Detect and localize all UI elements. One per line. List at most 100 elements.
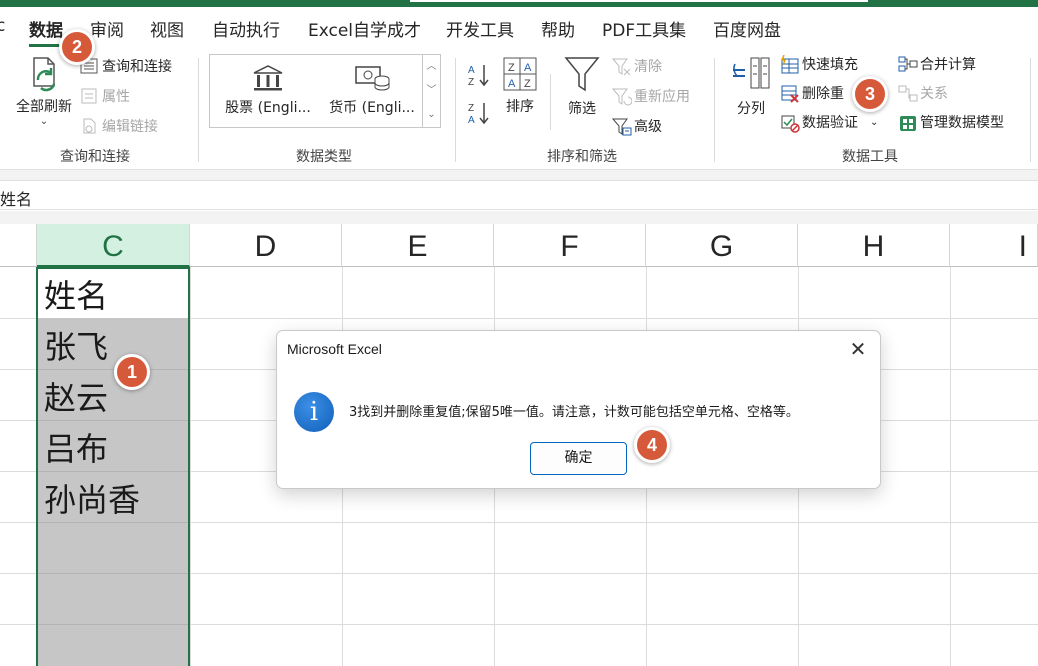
cell-c4[interactable]: 吕布 [44,424,108,470]
edit-links-label: 编辑链接 [102,119,158,135]
sort-button[interactable]: Z A A Z 排序 [500,56,540,116]
text-to-columns-label: 分列 [737,101,765,117]
reapply-filter-icon [611,87,633,106]
queries-connections-button[interactable]: 查询和连接 [80,56,172,76]
column-line [950,267,951,666]
cell-c1[interactable]: 姓名 [44,271,108,317]
gallery-down-button[interactable]: ﹀ [422,79,440,103]
tab-partial[interactable]: c [0,16,5,36]
reapply-filter-button[interactable]: 重新应用 [611,86,690,106]
edit-links-icon [80,117,98,135]
stocks-button[interactable]: 股票 (Engli... [218,63,318,117]
step-badge-4: 4 [634,427,670,463]
refresh-all-icon [33,57,56,92]
manage-data-model-button[interactable]: 管理数据模型 [898,112,1004,132]
remove-duplicates-label: 删除重 [802,86,844,102]
svg-text:Z: Z [524,78,531,90]
flash-fill-icon [780,54,799,74]
consolidate-button[interactable]: 合并计算 [898,54,976,74]
tab-baidu-netdisk[interactable]: 百度网盘 [713,16,781,41]
cell-c5[interactable]: 孙尚香 [44,475,140,521]
filter-button[interactable]: 筛选 [562,54,602,118]
group-separator [198,58,199,162]
edit-links-button[interactable]: 编辑链接 [80,116,158,136]
sort-descending-button[interactable]: Z A [466,100,492,126]
tab-automate[interactable]: 自动执行 [212,16,280,41]
group-separator [455,58,456,162]
text-to-columns-icon [733,57,770,89]
column-header-c[interactable]: C [37,224,190,267]
svg-text:A: A [524,62,532,74]
data-validation-label: 数据验证 [802,115,858,131]
clear-filter-button[interactable]: 清除 [611,56,662,76]
sort-za-icon: Z A [468,103,489,126]
ok-button[interactable]: 确定 [530,442,627,475]
dialog-title: Microsoft Excel [287,341,382,357]
clear-filter-icon [611,57,631,76]
chevron-down-icon: ⌄ [39,116,49,127]
flash-fill-button[interactable]: 快速填充 [780,54,858,74]
tab-developer[interactable]: 开发工具 [446,16,514,41]
cell-c3[interactable]: 赵云 [44,373,108,419]
ribbon-tab-bar: c 数据 审阅 视图 自动执行 Excel自学成才 开发工具 帮助 PDF工具集… [0,0,1038,52]
column-header-f[interactable]: F [494,224,646,267]
tab-view[interactable]: 视图 [150,16,184,41]
tab-pdf-tools[interactable]: PDF工具集 [602,16,686,41]
svg-text:A: A [468,65,475,76]
title-bar-strip [0,0,1038,7]
ribbon: 全部刷新 ⌄ 查询和连接 属性 编辑链接 查询和连接 股票 (Engli... [0,52,1038,170]
close-icon[interactable]: ✕ [848,337,868,361]
filter-label: 筛选 [568,101,596,117]
column-header-partial[interactable] [0,224,37,267]
formula-bar[interactable]: 姓名 [0,180,1038,210]
relationships-label: 关系 [920,86,948,102]
advanced-filter-button[interactable]: 高级 [611,116,662,136]
svg-text:Z: Z [468,77,474,88]
step-badge-3: 3 [852,76,888,112]
advanced-filter-icon [611,117,632,136]
funnel-icon [564,57,600,92]
currencies-button[interactable]: 货币 (Engli... [322,63,422,117]
relationships-button[interactable]: 关系 [898,83,948,103]
consolidate-icon [898,55,918,73]
column-line [190,267,191,666]
queries-connections-label: 查询和连接 [102,59,172,75]
remove-duplicates-icon [780,84,799,103]
tab-excel-self-taught[interactable]: Excel自学成才 [308,16,421,41]
column-header-h[interactable]: H [798,224,950,267]
group-label-data-types: 数据类型 [296,149,352,165]
group-label-sort-filter: 排序和筛选 [547,149,617,165]
column-header-g[interactable]: G [646,224,798,267]
sort-ascending-button[interactable]: A Z [466,62,492,88]
refresh-all-label: 全部刷新 [16,99,72,115]
consolidate-label: 合并计算 [920,57,976,73]
column-header-e[interactable]: E [342,224,494,267]
reapply-filter-label: 重新应用 [634,89,690,105]
gallery-more-button[interactable]: ⌄ [422,103,440,127]
chevron-down-icon[interactable]: ⌄ [870,117,878,128]
gallery-up-button[interactable]: ︿ [422,55,440,79]
remove-duplicates-button[interactable]: 删除重 [780,83,844,103]
clear-filter-label: 清除 [634,59,662,75]
cell-c2[interactable]: 张飞 [44,322,108,368]
data-validation-button[interactable]: 数据验证 ⌄ [780,112,878,133]
refresh-all-button[interactable]: 全部刷新 ⌄ [12,54,76,127]
separator [550,74,551,130]
group-separator [1030,58,1031,162]
text-to-columns-button[interactable]: 分列 [730,54,772,118]
advanced-filter-label: 高级 [634,119,662,135]
svg-text:Z: Z [468,103,474,114]
column-header-d[interactable]: D [190,224,342,267]
data-types-gallery[interactable]: 股票 (Engli... 货币 (Engli... ︿ ﹀ ⌄ [209,54,441,128]
tab-help[interactable]: 帮助 [541,16,575,41]
svg-text:A: A [508,78,516,90]
tab-review[interactable]: 审阅 [90,16,124,41]
bar-gap [0,170,1038,180]
data-validation-icon [780,113,800,133]
column-header-i[interactable]: I [950,224,1038,267]
sort-label: 排序 [506,99,534,115]
tab-data[interactable]: 数据 [29,16,63,47]
sort-az-icon: A Z [468,65,489,88]
properties-button[interactable]: 属性 [80,86,130,106]
formula-bar-content: 姓名 [0,190,33,209]
